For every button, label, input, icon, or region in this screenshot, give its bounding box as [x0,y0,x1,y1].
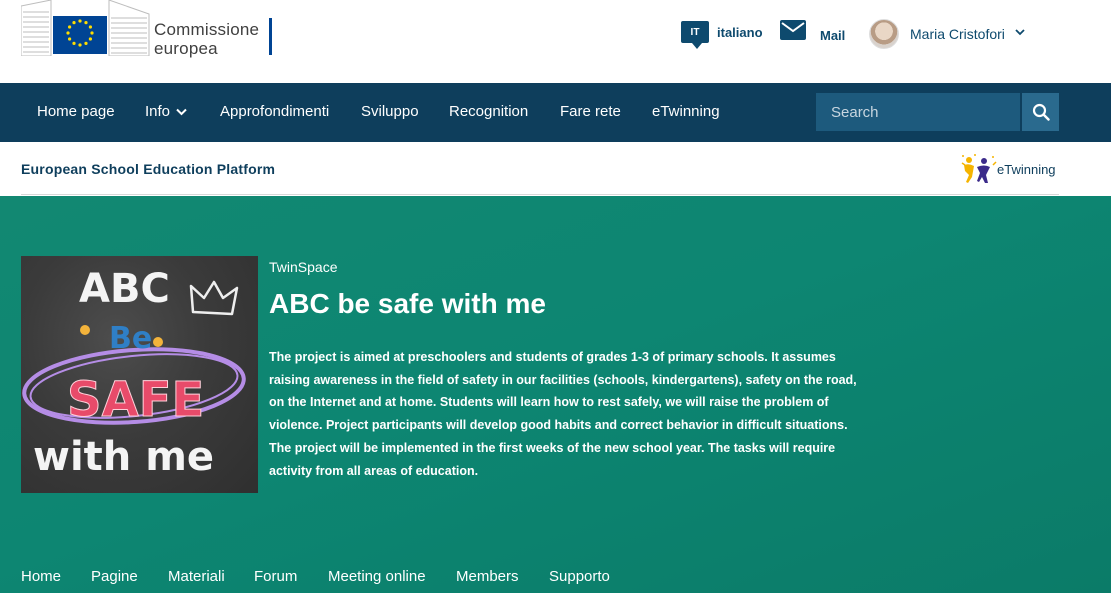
nav-item-fare-rete[interactable]: Fare rete [560,103,621,120]
avatar [869,19,899,49]
logo-line-2: europea [154,39,218,58]
nav-item-label: Approfondimenti [220,103,330,120]
mail-link[interactable]: Mail [780,20,845,43]
tab-materiali[interactable]: Materiali [168,568,225,585]
nav-item-label: Sviluppo [361,103,419,120]
nav-item-info[interactable]: Info [145,103,187,120]
nav-item-label: Fare rete [560,103,621,120]
tab-forum[interactable]: Forum [254,568,297,585]
nav-item-home-page[interactable]: Home page [37,103,115,120]
platform-title[interactable]: European School Education Platform [21,161,275,177]
chevron-down-icon [1015,29,1025,36]
user-name: Maria Cristofori [910,26,1005,42]
etwinning-logo-icon [961,154,997,183]
language-selector[interactable]: IT italiano [681,21,763,49]
image-text-line-2: Be [109,321,152,356]
language-code: IT [690,26,700,38]
tab-members[interactable]: Members [456,568,519,585]
etwinning-logo[interactable]: eTwinning [960,153,1056,185]
image-text-line-4: with me [33,434,214,480]
chevron-down-icon [176,108,187,116]
speech-bubble-icon: IT [681,21,709,49]
nav-item-sviluppo[interactable]: Sviluppo [361,103,419,120]
tab-pagine[interactable]: Pagine [91,568,138,585]
mail-label: Mail [820,28,846,43]
nav-item-label: Home page [37,103,115,120]
commission-building-logo [21,0,150,56]
hero-kicker: TwinSpace [269,259,338,275]
logo-text: Commissione europea [154,20,259,58]
search-icon [1032,103,1050,121]
project-image: ABC Be SAFE with me [21,256,258,493]
project-image-artwork: ABC Be SAFE with me [22,266,246,480]
logo-line-1: Commissione [154,20,260,39]
page-title: ABC be safe with me [269,288,546,319]
envelope-icon [780,20,806,40]
twinspace-hero: ABC Be SAFE with me TwinSpace ABC be saf… [0,196,1111,593]
project-description: The project is aimed at preschoolers and… [269,350,857,478]
nav-item-label: Recognition [449,103,529,120]
logo-divider [269,18,272,55]
etwinning-logo-text: eTwinning [997,161,1056,177]
search-button[interactable] [1022,93,1059,131]
nav-item-label: Info [145,103,171,120]
european-commission-logo[interactable]: Commissione europea [21,0,281,58]
tab-supporto[interactable]: Supporto [549,568,610,585]
main-navigation: Home page Info Approfondimenti Sviluppo … [0,83,1111,142]
user-menu[interactable]: Maria Cristofori [869,19,1025,49]
nav-item-label: eTwinning [652,103,720,120]
top-header: Commissione europea IT italiano Mail Mar… [0,0,1111,83]
tab-home[interactable]: Home [21,568,61,585]
platform-subheader: European School Education Platform eTwin… [0,142,1111,195]
image-text-line-1: ABC [79,266,170,312]
language-label: italiano [717,24,763,40]
divider [21,194,1059,195]
nav-item-approfondimenti[interactable]: Approfondimenti [220,103,329,120]
image-text-line-3: SAFE [67,372,204,428]
nav-item-etwinning[interactable]: eTwinning [652,103,720,120]
search-input[interactable] [816,93,1020,131]
tab-meeting-online[interactable]: Meeting online [328,568,426,585]
nav-item-recognition[interactable]: Recognition [449,103,528,120]
